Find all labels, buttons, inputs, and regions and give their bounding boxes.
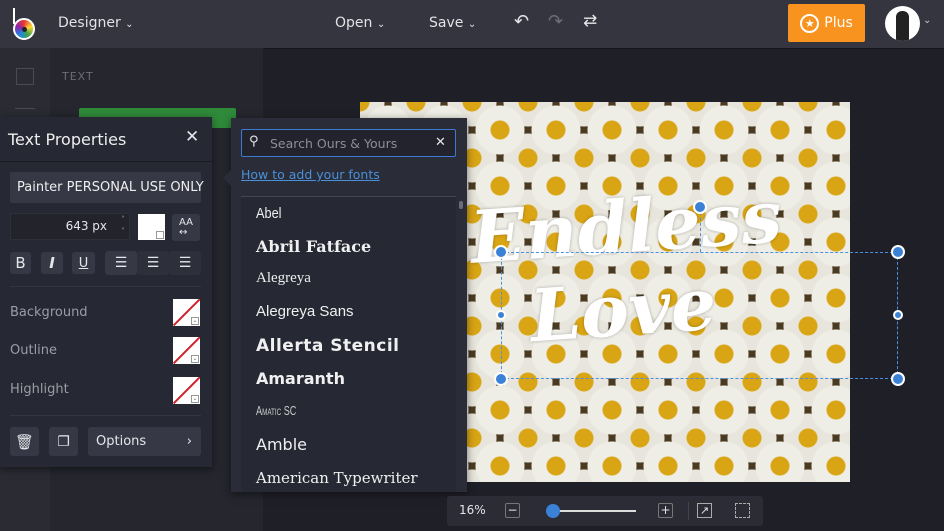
font-dropdown: ⚲ Search Ours & Yours ✕ How to add your …: [231, 118, 467, 492]
chevron-down-icon: [156, 231, 164, 239]
font-search-input[interactable]: ⚲ Search Ours & Yours ✕: [241, 129, 456, 157]
letter-spacing-icon: AA ↔: [179, 216, 193, 238]
font-size-stepper[interactable]: 643 px ˄ ˅: [10, 213, 130, 240]
selection-box[interactable]: [501, 252, 898, 379]
trash-icon: 🗑: [14, 432, 35, 451]
dropdown-pointer: [223, 170, 231, 186]
undo-icon[interactable]: ↶: [514, 11, 529, 32]
highlight-label: Highlight: [10, 382, 69, 397]
font-item[interactable]: American Typewriter: [256, 469, 418, 487]
star-icon: ★: [800, 13, 820, 33]
chevron-down-icon: ⌄: [191, 355, 199, 363]
font-item[interactable]: Allerta Stencil: [256, 336, 399, 356]
zoom-level: 16%: [459, 503, 486, 517]
font-item[interactable]: Abril Fatface: [256, 237, 371, 256]
underline-button[interactable]: U: [72, 252, 95, 274]
section-title: TEXT: [62, 70, 94, 83]
duplicate-button[interactable]: ❐: [49, 427, 78, 456]
save-menu[interactable]: Save ⌄: [429, 15, 476, 31]
background-swatch[interactable]: ⌄: [173, 299, 200, 326]
app-logo[interactable]: [12, 8, 38, 40]
save-label: Save: [429, 15, 464, 31]
chevron-down-icon: ⌄: [125, 19, 134, 30]
resize-handle-bl[interactable]: [494, 372, 508, 386]
options-label: Options: [96, 434, 147, 449]
resize-handle-left[interactable]: [496, 310, 506, 320]
align-left-icon: ☰: [114, 255, 128, 271]
bold-button[interactable]: B: [10, 252, 31, 274]
align-right-icon: ☰: [178, 255, 192, 271]
chevron-down-icon: ⌄: [191, 395, 199, 403]
search-placeholder: Search Ours & Yours: [270, 136, 398, 151]
divider: [0, 161, 212, 162]
rotate-handle[interactable]: [693, 200, 707, 214]
adjust-icon[interactable]: [15, 108, 35, 109]
divider: [10, 286, 201, 287]
stepper-arrows-icon[interactable]: ˄ ˅: [121, 214, 125, 238]
chevron-down-icon[interactable]: ⌄: [923, 15, 931, 26]
duplicate-icon: ❐: [57, 433, 70, 450]
zoom-bar: 16% − + ↗: [447, 496, 763, 526]
resize-handle-right[interactable]: [893, 310, 903, 320]
font-size-value: 643 px: [65, 219, 107, 233]
chevron-right-icon: ›: [186, 434, 192, 449]
how-to-add-fonts-link[interactable]: How to add your fonts: [241, 167, 380, 182]
image-icon[interactable]: [16, 68, 34, 85]
highlight-swatch[interactable]: ⌄: [173, 377, 200, 404]
font-item[interactable]: Abel: [256, 205, 282, 222]
font-item[interactable]: Amaranth: [256, 369, 345, 388]
user-avatar[interactable]: [885, 6, 920, 41]
search-icon: ⚲: [249, 134, 259, 149]
outline-swatch[interactable]: ⌄: [173, 337, 200, 364]
fullscreen-icon[interactable]: [735, 503, 750, 518]
resize-handle-tr[interactable]: [891, 245, 905, 259]
zoom-slider-track[interactable]: [550, 510, 636, 512]
designer-label: Designer: [58, 15, 121, 31]
divider: [10, 415, 201, 416]
divider: [688, 502, 689, 520]
top-bar: Designer ⌄ Open ⌄ Save ⌄ ↶ ↷ ⇄ ★ Plus ⌄: [0, 0, 944, 48]
letter-spacing-button[interactable]: AA ↔: [172, 214, 200, 241]
text-color-swatch[interactable]: [138, 214, 165, 240]
options-button[interactable]: Options ›: [88, 427, 201, 456]
close-icon[interactable]: ✕: [185, 127, 199, 147]
designer-menu[interactable]: Designer ⌄: [58, 15, 134, 31]
text-properties-panel: Text Properties ✕ Painter PERSONAL USE O…: [0, 117, 212, 467]
font-item[interactable]: Alegreya Sans: [256, 303, 354, 320]
chevron-down-icon: ⌄: [191, 317, 199, 325]
font-item[interactable]: Alegreya: [256, 270, 311, 287]
redo-icon[interactable]: ↷: [548, 11, 563, 32]
italic-button[interactable]: I: [41, 252, 63, 274]
zoom-in-button[interactable]: +: [658, 503, 673, 518]
font-item[interactable]: Amble: [256, 435, 307, 454]
clear-search-icon[interactable]: ✕: [435, 135, 446, 150]
zoom-out-button[interactable]: −: [505, 503, 520, 518]
chevron-down-icon: ⌄: [467, 19, 477, 30]
panel-title: Text Properties: [8, 130, 127, 149]
scrollbar[interactable]: [459, 201, 463, 209]
resize-handle-tl[interactable]: [494, 245, 508, 259]
fit-screen-icon[interactable]: ↗: [697, 503, 712, 518]
open-label: Open: [335, 15, 373, 31]
resize-handle-br[interactable]: [891, 372, 905, 386]
outline-label: Outline: [10, 343, 58, 358]
align-left-button[interactable]: ☰: [105, 251, 137, 275]
plus-label: Plus: [824, 15, 853, 31]
font-name-field[interactable]: Painter PERSONAL USE ONLY: [10, 172, 204, 203]
align-center-button[interactable]: ☰: [137, 251, 169, 275]
delete-button[interactable]: 🗑: [10, 427, 39, 456]
align-center-icon: ☰: [146, 255, 160, 271]
font-item[interactable]: Amatic SC: [256, 403, 296, 418]
background-label: Background: [10, 305, 88, 320]
chevron-down-icon: ⌄: [376, 19, 386, 30]
zoom-slider-handle[interactable]: [545, 504, 560, 518]
font-list: Abel Abril Fatface Alegreya Alegreya San…: [241, 196, 456, 492]
plus-button[interactable]: ★ Plus: [788, 4, 865, 42]
repeat-icon[interactable]: ⇄: [583, 11, 597, 31]
align-right-button[interactable]: ☰: [169, 251, 201, 275]
open-menu[interactable]: Open ⌄: [335, 15, 385, 31]
